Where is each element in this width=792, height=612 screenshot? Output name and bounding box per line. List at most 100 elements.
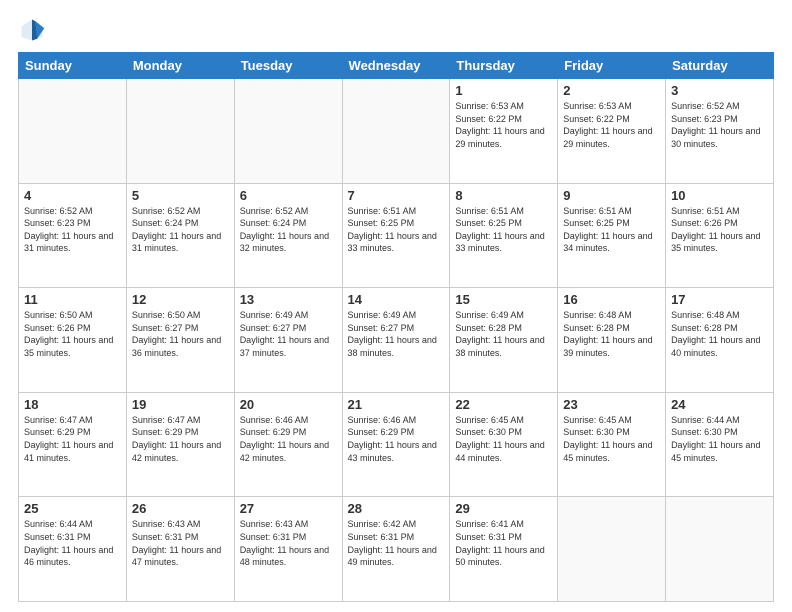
- day-info: Sunrise: 6:52 AM Sunset: 6:24 PM Dayligh…: [132, 205, 229, 255]
- calendar-cell: 3Sunrise: 6:52 AM Sunset: 6:23 PM Daylig…: [666, 79, 774, 184]
- calendar-cell: 2 Sunrise: 6:53 AM Sunset: 6:22 PM Daylig…: [558, 79, 666, 184]
- calendar-cell: 28 Sunrise: 6:42 AM Sunset: 6:31 PM Dayli…: [342, 497, 450, 602]
- calendar-cell: 4 Sunrise: 6:52 AM Sunset: 6:23 PM Daylig…: [19, 183, 127, 288]
- day-info: Sunrise: 6:45 AM Sunset: 6:30 PM Dayligh…: [563, 414, 660, 464]
- day-number: 9: [563, 188, 660, 203]
- calendar-cell: 16Sunrise: 6:48 AM Sunset: 6:28 PM Dayli…: [558, 288, 666, 393]
- calendar-cell: 6Sunrise: 6:52 AM Sunset: 6:24 PM Daylig…: [234, 183, 342, 288]
- calendar-cell: 19Sunrise: 6:47 AM Sunset: 6:29 PM Dayli…: [126, 392, 234, 497]
- calendar-cell: 10 Sunrise: 6:51 AM Sunset: 6:26 PM Dayli…: [666, 183, 774, 288]
- day-info: Sunrise: 6:46 AM Sunset: 6:29 PM Dayligh…: [240, 414, 337, 464]
- week-row-1: 1 Sunrise: 6:53 AM Sunset: 6:22 PM Daylig…: [19, 79, 774, 184]
- day-number: 22: [455, 397, 552, 412]
- calendar-cell: 15 Sunrise: 6:49 AM Sunset: 6:28 PM Dayli…: [450, 288, 558, 393]
- calendar-cell: 21Sunrise: 6:46 AM Sunset: 6:29 PM Dayli…: [342, 392, 450, 497]
- day-header-wednesday: Wednesday: [342, 53, 450, 79]
- calendar-cell: 20 Sunrise: 6:46 AM Sunset: 6:29 PM Dayli…: [234, 392, 342, 497]
- day-number: 17: [671, 292, 768, 307]
- day-info: Sunrise: 6:49 AM Sunset: 6:28 PM Dayligh…: [455, 309, 552, 359]
- day-number: 10: [671, 188, 768, 203]
- calendar-cell: [558, 497, 666, 602]
- day-info: Sunrise: 6:44 AM Sunset: 6:30 PM Dayligh…: [671, 414, 768, 464]
- calendar-cell: 22 Sunrise: 6:45 AM Sunset: 6:30 PM Dayli…: [450, 392, 558, 497]
- day-number: 1: [455, 83, 552, 98]
- day-number: 7: [348, 188, 445, 203]
- calendar-cell: 5 Sunrise: 6:52 AM Sunset: 6:24 PM Daylig…: [126, 183, 234, 288]
- day-info: Sunrise: 6:50 AM Sunset: 6:26 PM Dayligh…: [24, 309, 121, 359]
- day-number: 13: [240, 292, 337, 307]
- day-info: Sunrise: 6:52 AM Sunset: 6:23 PM Dayligh…: [24, 205, 121, 255]
- calendar-cell: 8 Sunrise: 6:51 AM Sunset: 6:25 PM Daylig…: [450, 183, 558, 288]
- calendar-cell: 17 Sunrise: 6:48 AM Sunset: 6:28 PM Dayli…: [666, 288, 774, 393]
- calendar-cell: 25Sunrise: 6:44 AM Sunset: 6:31 PM Dayli…: [19, 497, 127, 602]
- day-info: Sunrise: 6:49 AM Sunset: 6:27 PM Dayligh…: [348, 309, 445, 359]
- header: [18, 16, 774, 44]
- day-info: Sunrise: 6:43 AM Sunset: 6:31 PM Dayligh…: [132, 518, 229, 568]
- day-number: 12: [132, 292, 229, 307]
- day-info: Sunrise: 6:53 AM Sunset: 6:22 PM Dayligh…: [455, 100, 552, 150]
- day-info: Sunrise: 6:50 AM Sunset: 6:27 PM Dayligh…: [132, 309, 229, 359]
- day-number: 20: [240, 397, 337, 412]
- calendar-cell: 27Sunrise: 6:43 AM Sunset: 6:31 PM Dayli…: [234, 497, 342, 602]
- calendar-cell: [126, 79, 234, 184]
- calendar-cell: 7 Sunrise: 6:51 AM Sunset: 6:25 PM Daylig…: [342, 183, 450, 288]
- day-info: Sunrise: 6:48 AM Sunset: 6:28 PM Dayligh…: [563, 309, 660, 359]
- calendar-header: SundayMondayTuesdayWednesdayThursdayFrid…: [19, 53, 774, 79]
- week-row-5: 25Sunrise: 6:44 AM Sunset: 6:31 PM Dayli…: [19, 497, 774, 602]
- day-header-saturday: Saturday: [666, 53, 774, 79]
- day-info: Sunrise: 6:51 AM Sunset: 6:25 PM Dayligh…: [563, 205, 660, 255]
- calendar-cell: [234, 79, 342, 184]
- day-number: 4: [24, 188, 121, 203]
- day-number: 21: [348, 397, 445, 412]
- day-info: Sunrise: 6:47 AM Sunset: 6:29 PM Dayligh…: [132, 414, 229, 464]
- day-number: 5: [132, 188, 229, 203]
- day-header-tuesday: Tuesday: [234, 53, 342, 79]
- day-info: Sunrise: 6:43 AM Sunset: 6:31 PM Dayligh…: [240, 518, 337, 568]
- week-row-2: 4 Sunrise: 6:52 AM Sunset: 6:23 PM Daylig…: [19, 183, 774, 288]
- calendar-cell: [19, 79, 127, 184]
- page: SundayMondayTuesdayWednesdayThursdayFrid…: [0, 0, 792, 612]
- day-number: 23: [563, 397, 660, 412]
- day-number: 11: [24, 292, 121, 307]
- calendar-cell: [666, 497, 774, 602]
- calendar-cell: 26Sunrise: 6:43 AM Sunset: 6:31 PM Dayli…: [126, 497, 234, 602]
- day-info: Sunrise: 6:47 AM Sunset: 6:29 PM Dayligh…: [24, 414, 121, 464]
- day-info: Sunrise: 6:51 AM Sunset: 6:26 PM Dayligh…: [671, 205, 768, 255]
- calendar-body: 1 Sunrise: 6:53 AM Sunset: 6:22 PM Daylig…: [19, 79, 774, 602]
- day-info: Sunrise: 6:53 AM Sunset: 6:22 PM Dayligh…: [563, 100, 660, 150]
- logo-icon: [18, 16, 46, 44]
- calendar-cell: 24 Sunrise: 6:44 AM Sunset: 6:30 PM Dayli…: [666, 392, 774, 497]
- calendar-cell: 11 Sunrise: 6:50 AM Sunset: 6:26 PM Dayli…: [19, 288, 127, 393]
- calendar-cell: 23 Sunrise: 6:45 AM Sunset: 6:30 PM Dayli…: [558, 392, 666, 497]
- calendar-cell: 14 Sunrise: 6:49 AM Sunset: 6:27 PM Dayli…: [342, 288, 450, 393]
- day-number: 2: [563, 83, 660, 98]
- day-info: Sunrise: 6:48 AM Sunset: 6:28 PM Dayligh…: [671, 309, 768, 359]
- calendar-cell: 18 Sunrise: 6:47 AM Sunset: 6:29 PM Dayli…: [19, 392, 127, 497]
- day-info: Sunrise: 6:52 AM Sunset: 6:24 PM Dayligh…: [240, 205, 337, 255]
- calendar-table: SundayMondayTuesdayWednesdayThursdayFrid…: [18, 52, 774, 602]
- week-row-4: 18 Sunrise: 6:47 AM Sunset: 6:29 PM Dayli…: [19, 392, 774, 497]
- calendar-cell: 12 Sunrise: 6:50 AM Sunset: 6:27 PM Dayli…: [126, 288, 234, 393]
- day-number: 8: [455, 188, 552, 203]
- day-number: 15: [455, 292, 552, 307]
- day-header-thursday: Thursday: [450, 53, 558, 79]
- day-header-sunday: Sunday: [19, 53, 127, 79]
- day-info: Sunrise: 6:51 AM Sunset: 6:25 PM Dayligh…: [455, 205, 552, 255]
- day-info: Sunrise: 6:52 AM Sunset: 6:23 PM Dayligh…: [671, 100, 768, 150]
- day-info: Sunrise: 6:42 AM Sunset: 6:31 PM Dayligh…: [348, 518, 445, 568]
- calendar-cell: 9 Sunrise: 6:51 AM Sunset: 6:25 PM Daylig…: [558, 183, 666, 288]
- calendar-cell: 29Sunrise: 6:41 AM Sunset: 6:31 PM Dayli…: [450, 497, 558, 602]
- day-number: 28: [348, 501, 445, 516]
- day-info: Sunrise: 6:49 AM Sunset: 6:27 PM Dayligh…: [240, 309, 337, 359]
- calendar-cell: [342, 79, 450, 184]
- day-number: 14: [348, 292, 445, 307]
- calendar-cell: 13 Sunrise: 6:49 AM Sunset: 6:27 PM Dayli…: [234, 288, 342, 393]
- day-number: 25: [24, 501, 121, 516]
- day-number: 29: [455, 501, 552, 516]
- day-number: 18: [24, 397, 121, 412]
- day-number: 24: [671, 397, 768, 412]
- day-header-friday: Friday: [558, 53, 666, 79]
- day-info: Sunrise: 6:51 AM Sunset: 6:25 PM Dayligh…: [348, 205, 445, 255]
- day-info: Sunrise: 6:45 AM Sunset: 6:30 PM Dayligh…: [455, 414, 552, 464]
- logo: [18, 16, 50, 44]
